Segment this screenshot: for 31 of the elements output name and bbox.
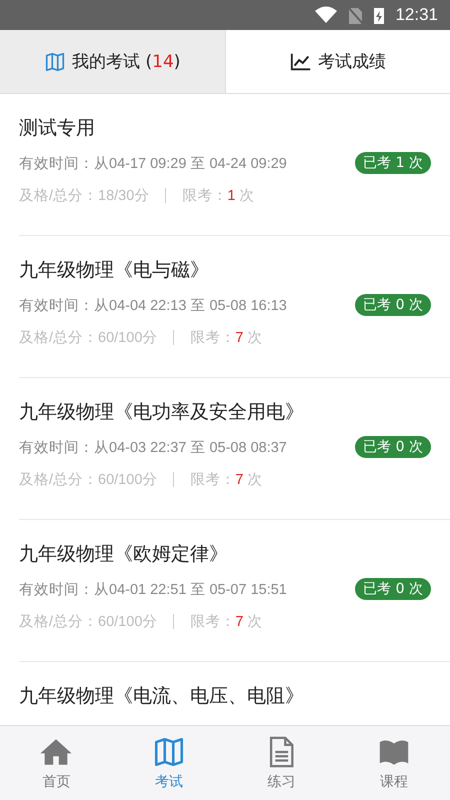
exam-title: 九年级物理《欧姆定律》 [19, 542, 229, 567]
nav-item[interactable]: 课程 [338, 726, 450, 800]
exam-title: 九年级物理《电功率及安全用电》 [19, 400, 305, 425]
nav-item[interactable]: 考试 [112, 726, 225, 800]
limit-text: 限考：1 次 [182, 187, 254, 205]
validity-text: 有效时间：从04-03 22:37 至 05-08 08:37 [19, 438, 287, 456]
score-text: 及格/总分：60/100分 [19, 613, 158, 631]
limit-text: 限考：7 次 [190, 329, 262, 347]
limit-text: 限考：7 次 [190, 613, 262, 631]
no-sim-icon [347, 5, 364, 25]
limit-text: 限考：7 次 [190, 471, 262, 489]
exam-title: 测试专用 [19, 116, 96, 141]
exam-title: 九年级物理《电与磁》 [19, 258, 210, 283]
exam-title: 九年级物理《电流、电压、电阻》 [19, 684, 305, 709]
attempts-badge: 已考 0 次 [355, 436, 431, 458]
validity-text: 有效时间：从04-04 22:13 至 05-08 16:13 [19, 296, 287, 314]
tab[interactable]: 我的考试 (14) [0, 30, 226, 93]
score-text: 及格/总分：18/30分 [19, 187, 150, 205]
score-text: 及格/总分：60/100分 [19, 329, 158, 347]
nav-item[interactable]: 练习 [225, 726, 338, 800]
clock: 12:31 [395, 5, 438, 25]
attempts-badge: 已考 0 次 [355, 578, 431, 600]
battery-charging-icon [373, 5, 386, 25]
score-text: 及格/总分：60/100分 [19, 471, 158, 489]
wifi-icon [315, 5, 338, 25]
validity-text: 有效时间：从04-01 22:51 至 05-07 15:51 [19, 580, 287, 598]
attempts-badge: 已考 0 次 [355, 294, 431, 316]
validity-text: 有效时间：从04-17 09:29 至 04-24 09:29 [19, 154, 287, 172]
nav-item[interactable]: 首页 [0, 726, 112, 800]
attempts-badge: 已考 1 次 [355, 152, 431, 174]
map-icon [44, 50, 66, 72]
